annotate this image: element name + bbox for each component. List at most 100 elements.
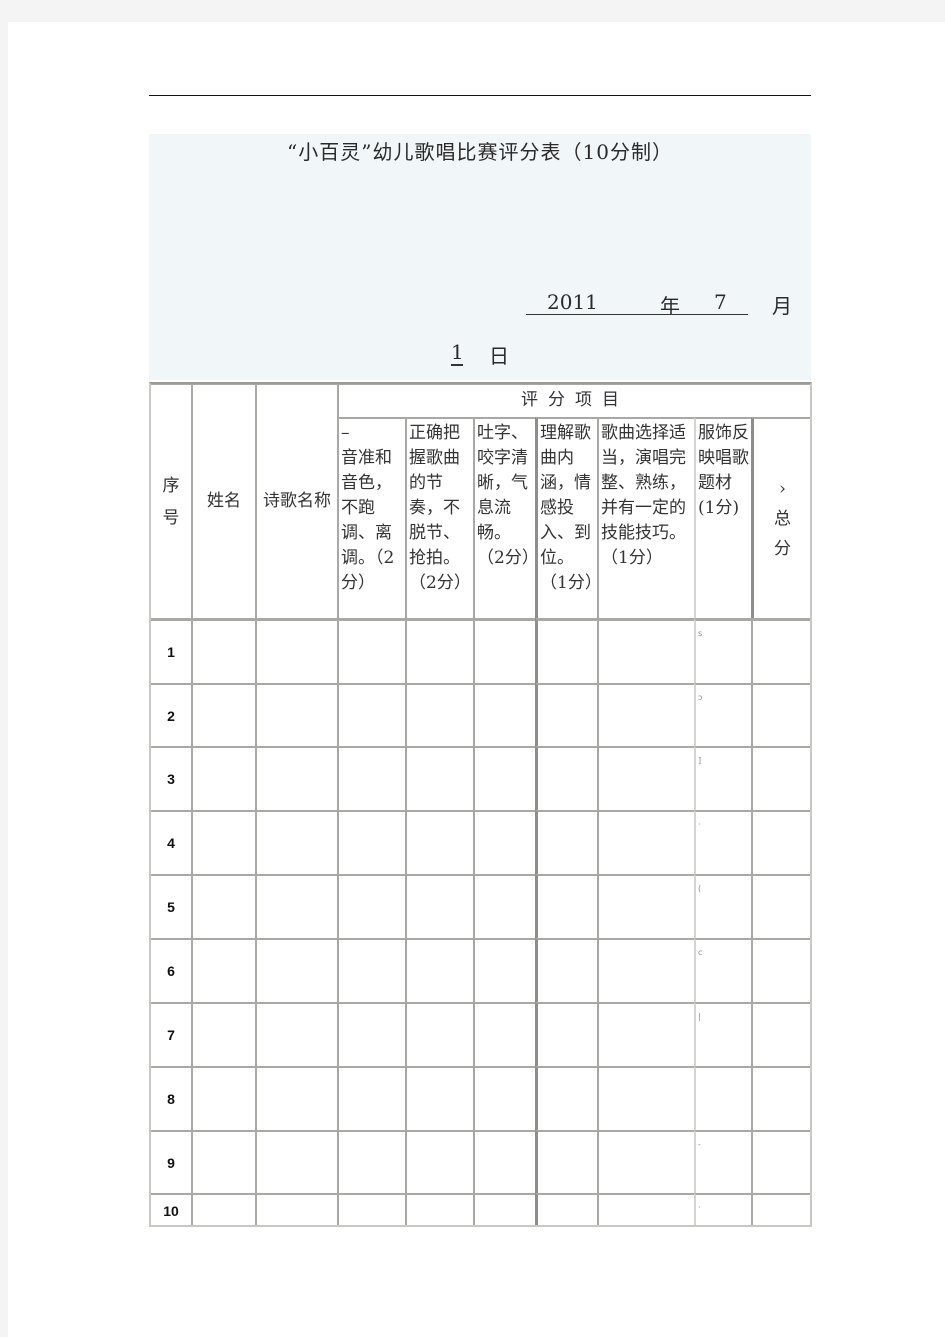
row-index-cell: 2 [149, 683, 191, 746]
header-song: 诗歌名称 [255, 383, 337, 618]
cell-selection[interactable] [597, 1002, 694, 1066]
cell-diction[interactable] [473, 746, 535, 810]
cell-costume[interactable]: · [694, 1193, 751, 1226]
cell-song[interactable] [255, 1066, 337, 1130]
cell-total[interactable] [751, 874, 811, 938]
cell-costume[interactable]: · [694, 810, 751, 874]
cell-diction[interactable] [473, 810, 535, 874]
cell-diction[interactable] [473, 683, 535, 746]
cell-costume[interactable]: ] [694, 746, 751, 810]
cell-selection[interactable] [597, 874, 694, 938]
cell-name[interactable] [191, 874, 255, 938]
cell-rhythm[interactable] [405, 1066, 473, 1130]
cell-rhythm[interactable] [405, 1130, 473, 1193]
header-song-label: 诗歌名称 [263, 491, 331, 511]
cell-song[interactable] [255, 1193, 337, 1226]
cell-song[interactable] [255, 810, 337, 874]
cell-selection[interactable] [597, 1193, 694, 1226]
cell-total[interactable] [751, 1066, 811, 1130]
cell-pitch[interactable] [337, 746, 405, 810]
cell-song[interactable] [255, 683, 337, 746]
cell-rhythm[interactable] [405, 1002, 473, 1066]
cell-diction[interactable] [473, 1193, 535, 1226]
cell-song[interactable] [255, 1002, 337, 1066]
cell-total[interactable] [751, 1130, 811, 1193]
cell-total[interactable] [751, 938, 811, 1002]
cell-pitch[interactable] [337, 810, 405, 874]
cell-total[interactable] [751, 746, 811, 810]
header-index: 序 号 [149, 383, 191, 618]
cell-emotion[interactable] [535, 1193, 597, 1226]
cell-total[interactable] [751, 810, 811, 874]
cell-song[interactable] [255, 1130, 337, 1193]
cell-pitch[interactable] [337, 1002, 405, 1066]
cell-diction[interactable] [473, 874, 535, 938]
cell-emotion[interactable] [535, 1130, 597, 1193]
cell-name[interactable] [191, 1193, 255, 1226]
cell-diction[interactable] [473, 1002, 535, 1066]
cell-total[interactable] [751, 618, 811, 683]
cell-costume[interactable]: s [694, 618, 751, 683]
cell-rhythm[interactable] [405, 874, 473, 938]
cell-costume[interactable]: - [694, 1130, 751, 1193]
cell-emotion[interactable] [535, 746, 597, 810]
cell-emotion[interactable] [535, 1002, 597, 1066]
cell-emotion[interactable] [535, 618, 597, 683]
row-index: 2 [167, 707, 175, 724]
scoring-table: 序 号 姓名 诗歌名称 评分项目 – 音准和音色，不跑调、离调。（2分） 正确把握歌曲的节… [149, 383, 811, 1226]
cell-rhythm[interactable] [405, 938, 473, 1002]
cell-selection[interactable] [597, 938, 694, 1002]
cell-diction[interactable] [473, 618, 535, 683]
cell-emotion[interactable] [535, 938, 597, 1002]
cell-pitch[interactable] [337, 1130, 405, 1193]
cell-name[interactable] [191, 1002, 255, 1066]
cell-pitch[interactable] [337, 874, 405, 938]
cell-selection[interactable] [597, 683, 694, 746]
cell-emotion[interactable] [535, 874, 597, 938]
cell-name[interactable] [191, 1066, 255, 1130]
cell-emotion[interactable] [535, 683, 597, 746]
cell-name[interactable] [191, 938, 255, 1002]
cell-rhythm[interactable] [405, 683, 473, 746]
cell-song[interactable] [255, 746, 337, 810]
cell-pitch[interactable] [337, 1066, 405, 1130]
cell-emotion[interactable] [535, 1066, 597, 1130]
cell-total[interactable] [751, 1193, 811, 1226]
cell-name[interactable] [191, 618, 255, 683]
cell-name[interactable] [191, 746, 255, 810]
cell-name[interactable] [191, 683, 255, 746]
cell-diction[interactable] [473, 938, 535, 1002]
cell-costume[interactable]: ɔ [694, 683, 751, 746]
cell-costume[interactable] [694, 1066, 751, 1130]
cell-rhythm[interactable] [405, 746, 473, 810]
cell-emotion[interactable] [535, 810, 597, 874]
cell-pitch[interactable] [337, 618, 405, 683]
cell-song[interactable] [255, 874, 337, 938]
cell-selection[interactable] [597, 1130, 694, 1193]
cell-total[interactable] [751, 1002, 811, 1066]
cell-selection[interactable] [597, 746, 694, 810]
document-title: “小百灵”幼儿歌唱比赛评分表（10分制） [287, 140, 673, 164]
cell-pitch[interactable] [337, 938, 405, 1002]
cell-pitch[interactable] [337, 1193, 405, 1226]
cell-diction[interactable] [473, 1066, 535, 1130]
cell-selection[interactable] [597, 618, 694, 683]
cell-name[interactable] [191, 810, 255, 874]
cell-pitch[interactable] [337, 683, 405, 746]
cell-rhythm[interactable] [405, 618, 473, 683]
cell-song[interactable] [255, 618, 337, 683]
header-costume-label: 服饰反映唱歌题材 (1分) [698, 423, 749, 518]
cell-diction[interactable] [473, 1130, 535, 1193]
header-total: › 总 分 [751, 417, 811, 618]
row-index: 7 [167, 1027, 175, 1043]
cell-total[interactable] [751, 683, 811, 746]
cell-song[interactable] [255, 938, 337, 1002]
cell-costume[interactable]: c [694, 938, 751, 1002]
cell-selection[interactable] [597, 810, 694, 874]
cell-rhythm[interactable] [405, 810, 473, 874]
cell-name[interactable] [191, 1130, 255, 1193]
cell-rhythm[interactable] [405, 1193, 473, 1226]
cell-costume[interactable]: ( [694, 874, 751, 938]
cell-costume[interactable]: | [694, 1002, 751, 1066]
cell-selection[interactable] [597, 1066, 694, 1130]
